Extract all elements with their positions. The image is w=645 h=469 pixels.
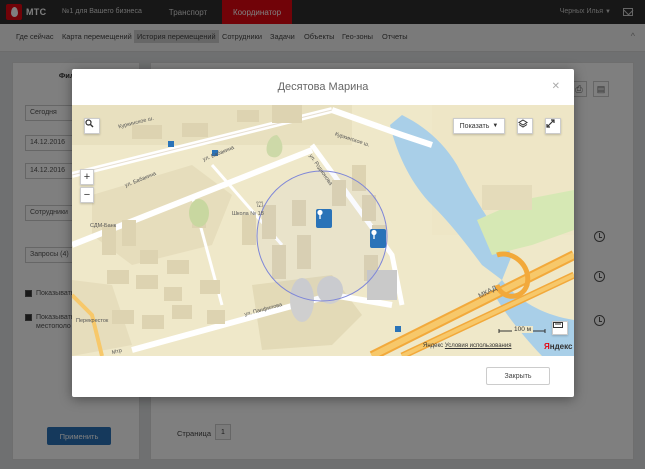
chevron-down-icon: ▼ xyxy=(492,123,499,129)
location-marker-icon[interactable] xyxy=(316,209,332,228)
zoom-in-button[interactable]: + xyxy=(80,169,94,185)
zoom-out-button[interactable]: − xyxy=(80,187,94,203)
location-marker-icon[interactable] xyxy=(370,229,386,248)
map-view[interactable]: $ ⛫ Куркинское ш. Куркинское ш. ул. Баба… xyxy=(72,105,574,356)
poi-label: СДМ-Банк xyxy=(90,223,117,229)
map-attribution: Яндекс Условия использования xyxy=(423,343,511,349)
yandex-logo[interactable]: Яндекс xyxy=(544,342,572,351)
terms-link[interactable]: Условия использования xyxy=(445,343,512,349)
ruler-icon[interactable] xyxy=(552,321,568,335)
layers-icon[interactable] xyxy=(517,118,533,134)
poi-label: Перекресток xyxy=(76,318,109,324)
show-button-label: Показать xyxy=(459,122,490,130)
close-button[interactable]: Закрыть xyxy=(486,367,550,385)
yandex-attribution: Яндекс xyxy=(423,343,444,349)
location-modal: Десятова Марина ✕ ⛫ Куркинское ш. Куркин… xyxy=(72,69,574,397)
fullscreen-icon[interactable] xyxy=(545,118,561,134)
scale-label: 100 м xyxy=(512,326,534,333)
show-layers-dropdown[interactable]: Показать ▼ xyxy=(453,118,505,134)
modal-title: Десятова Марина xyxy=(277,81,369,93)
map-icon-school: ⛫ xyxy=(256,200,263,209)
close-icon[interactable]: ✕ xyxy=(552,81,560,92)
poi-label: Школа № 18 xyxy=(232,211,264,217)
map-canvas: $ ⛫ xyxy=(72,105,574,356)
yandex-logo-rest: ндекс xyxy=(549,342,573,351)
map-search-icon[interactable] xyxy=(84,118,100,134)
